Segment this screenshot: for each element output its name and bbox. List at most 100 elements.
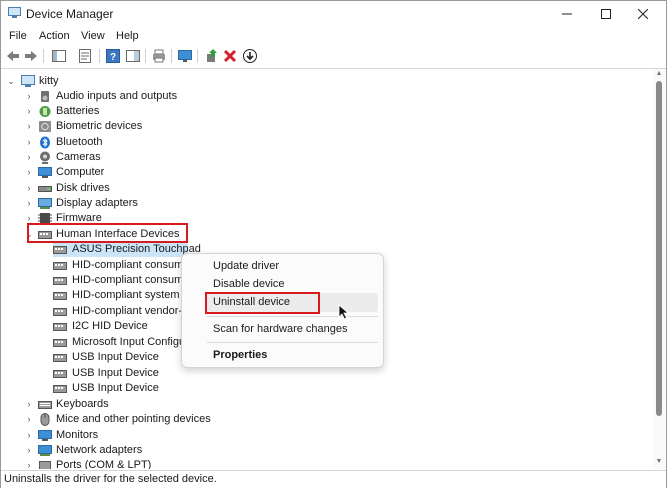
battery-icon — [39, 106, 51, 117]
keyboard-icon — [38, 401, 52, 409]
hid-highlight-box — [27, 223, 188, 243]
speaker-icon — [41, 91, 49, 102]
update-driver-icon[interactable] — [204, 48, 220, 64]
menu-item-disable-device[interactable]: Disable device — [213, 278, 285, 290]
menu-item-properties[interactable]: Properties — [213, 349, 267, 361]
chevron-right-icon[interactable]: › — [25, 104, 33, 119]
menu-action[interactable]: Action — [39, 30, 70, 42]
chevron-right-icon[interactable]: › — [25, 428, 33, 443]
tree-root-label: kitty — [39, 75, 59, 87]
chevron-right-icon[interactable]: › — [25, 119, 33, 134]
menu-separator — [207, 342, 378, 343]
show-hide-console-tree-icon[interactable] — [51, 48, 67, 64]
status-bar: Uninstalls the driver for the selected d… — [1, 470, 666, 488]
chevron-right-icon[interactable]: › — [25, 150, 33, 165]
category-label: Computer — [56, 166, 105, 178]
chevron-right-icon[interactable]: › — [25, 458, 33, 469]
chevron-right-icon[interactable]: › — [25, 443, 33, 458]
menu-file[interactable]: File — [9, 30, 27, 42]
category-label: Audio inputs and outputs — [56, 90, 178, 102]
hid-device-icon — [53, 246, 67, 254]
hid-device-label: I2C HID Device — [72, 320, 148, 332]
mouse-icon — [40, 413, 50, 426]
hid-device-label: USB Input Device — [72, 351, 159, 363]
scroll-down-arrow-icon[interactable]: ▼ — [653, 457, 665, 467]
chevron-right-icon[interactable]: › — [25, 412, 33, 427]
menu-help[interactable]: Help — [116, 30, 139, 42]
menu-item-update-driver[interactable]: Update driver — [213, 260, 279, 272]
minimize-icon — [562, 13, 572, 14]
chevron-right-icon[interactable]: › — [25, 89, 33, 104]
category-label: Ports (COM & LPT) — [56, 459, 152, 469]
hid-device-label: HID-compliant consume — [72, 259, 190, 271]
computer-icon — [38, 167, 52, 178]
hid-device-label: USB Input Device — [72, 367, 159, 379]
minimize-button[interactable] — [549, 1, 585, 26]
hid-device-icon — [53, 339, 67, 347]
category-label: Network adapters — [56, 444, 143, 456]
help-icon[interactable]: ? — [105, 48, 121, 64]
properties-icon[interactable] — [77, 48, 93, 64]
category-label: Batteries — [56, 105, 100, 117]
toolbar-separator — [99, 49, 100, 63]
maximize-button[interactable] — [588, 1, 624, 26]
svg-text:?: ? — [110, 52, 116, 63]
device-manager-app-icon — [8, 7, 21, 18]
uninstall-highlight-box — [205, 292, 320, 314]
category-label: Monitors — [56, 429, 99, 441]
hid-device-icon — [53, 262, 67, 270]
category-label: Bluetooth — [56, 136, 103, 148]
menu-bar: File Action View Help — [1, 28, 666, 45]
mouse-pointer-icon — [338, 304, 350, 320]
category-label: Mice and other pointing devices — [56, 413, 211, 425]
uninstall-device-icon[interactable] — [222, 48, 238, 64]
hid-device-icon — [53, 277, 67, 285]
hid-device-selected[interactable]: ASUS Precision Touchpad — [53, 242, 201, 257]
menu-view[interactable]: View — [81, 30, 105, 42]
print-icon[interactable] — [151, 48, 167, 64]
toolbar-separator — [43, 49, 44, 63]
category-label: Disk drives — [56, 182, 110, 194]
chevron-right-icon[interactable]: › — [25, 196, 33, 211]
window-title: Device Manager — [26, 7, 114, 21]
category-label: Cameras — [56, 151, 101, 163]
scroll-up-arrow-icon[interactable]: ▲ — [653, 69, 665, 79]
menu-separator — [207, 316, 378, 317]
device-manager-window: Device Manager File Action View Help ? ⌄… — [0, 0, 667, 488]
chevron-right-icon[interactable]: › — [25, 165, 33, 180]
back-arrow-icon[interactable] — [5, 48, 21, 64]
scrollbar-thumb[interactable] — [656, 81, 662, 416]
chevron-right-icon[interactable]: › — [25, 135, 33, 150]
maximize-icon — [601, 8, 611, 19]
hid-device-label: USB Input Device — [72, 382, 159, 394]
vertical-scrollbar[interactable]: ▲ ▼ — [653, 69, 665, 469]
toolbar-separator — [197, 49, 198, 63]
hid-device-label: HID-compliant system cc — [72, 289, 194, 301]
hid-device-icon — [53, 385, 67, 393]
chevron-right-icon[interactable]: › — [25, 397, 33, 412]
camera-icon — [40, 151, 50, 164]
scan-hardware-monitor-icon[interactable] — [177, 48, 193, 64]
fingerprint-icon — [39, 121, 51, 132]
hid-device-icon — [53, 370, 67, 378]
close-icon — [638, 8, 648, 19]
close-button[interactable] — [625, 1, 661, 26]
hid-device-icon — [53, 354, 67, 362]
chevron-right-icon[interactable]: › — [25, 181, 33, 196]
monitor-icon — [38, 430, 52, 441]
category-label: Biometric devices — [56, 120, 143, 132]
chevron-down-icon[interactable]: ⌄ — [7, 74, 15, 89]
title-bar: Device Manager — [1, 1, 666, 26]
forward-arrow-icon[interactable] — [23, 48, 39, 64]
hid-device-icon — [53, 323, 67, 331]
bluetooth-icon — [40, 136, 50, 149]
network-adapter-icon — [38, 445, 52, 456]
enable-device-down-arrow-icon[interactable] — [242, 48, 258, 64]
hid-device-label: HID-compliant vendor-d — [72, 305, 189, 317]
hid-device-label: Microsoft Input Configur — [72, 336, 189, 348]
menu-item-scan-hardware[interactable]: Scan for hardware changes — [213, 323, 348, 335]
port-icon — [39, 461, 51, 469]
status-text: Uninstalls the driver for the selected d… — [4, 473, 217, 485]
display-adapter-icon — [38, 198, 52, 209]
action-pane-icon[interactable] — [125, 48, 141, 64]
